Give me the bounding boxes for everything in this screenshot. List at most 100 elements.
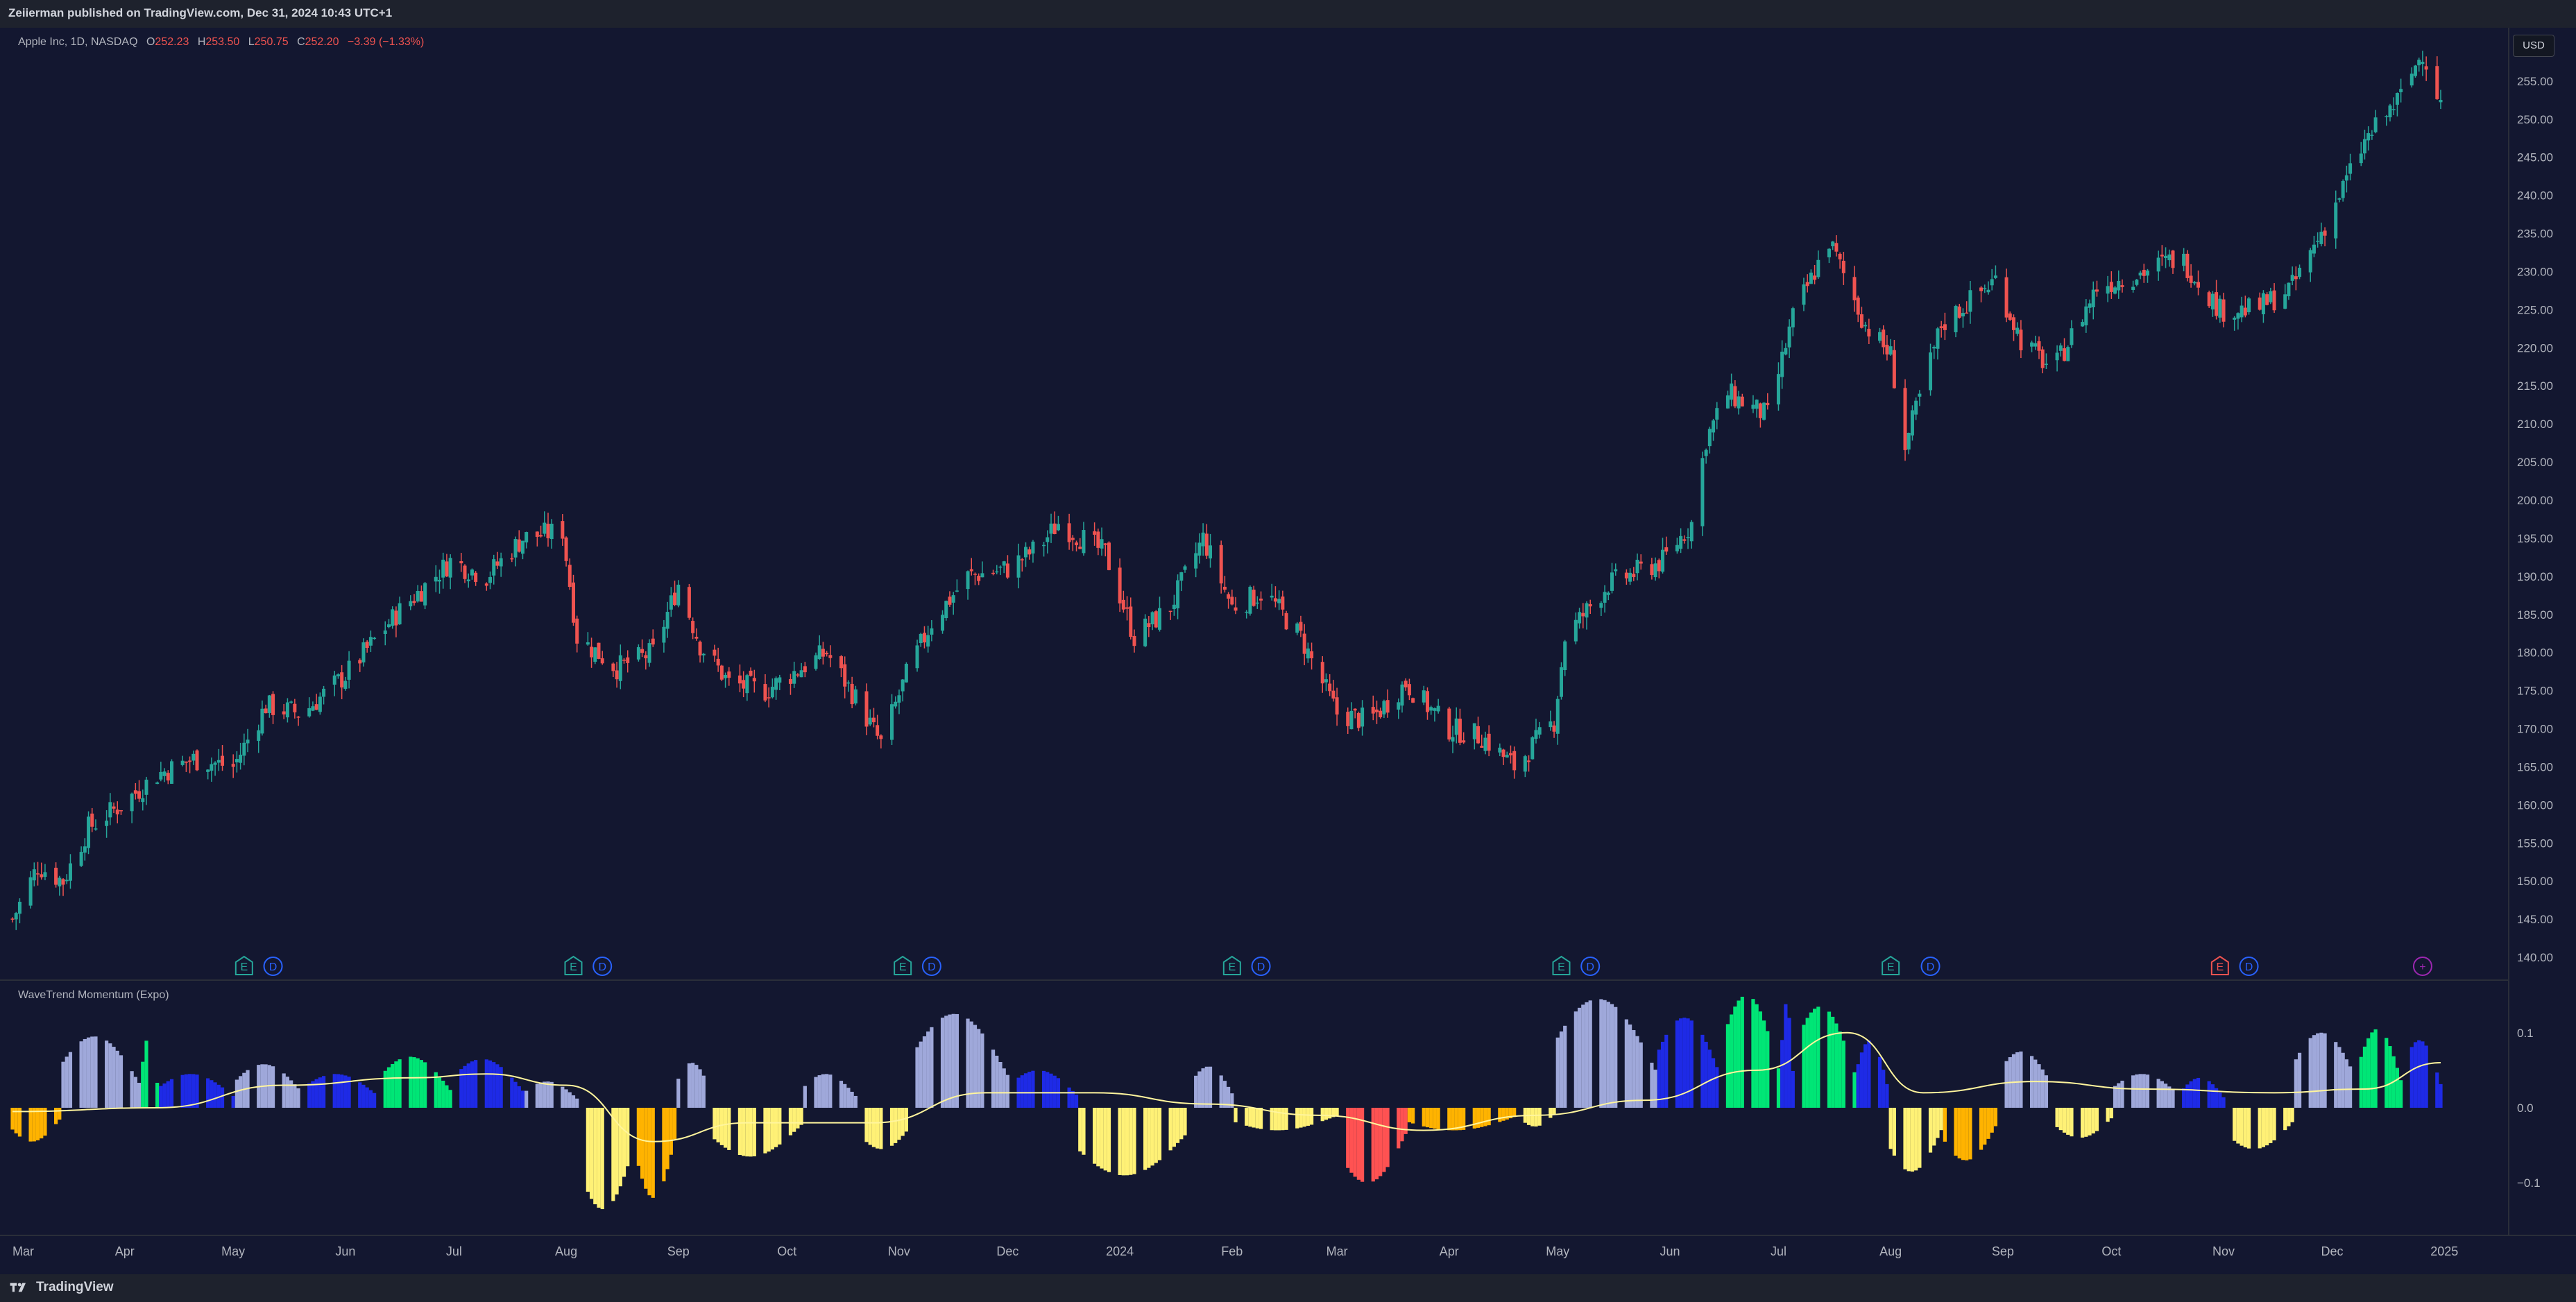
- candle: [2044, 353, 2048, 369]
- histogram-bar: [318, 1077, 322, 1108]
- dividend-marker[interactable]: D: [263, 957, 283, 976]
- candle: [2388, 103, 2392, 122]
- histogram-bar: [340, 1074, 344, 1108]
- histogram-bar: [1632, 1030, 1636, 1108]
- candle: [1176, 574, 1180, 619]
- candle: [1252, 585, 1256, 607]
- candle: [332, 671, 336, 696]
- svg-text:+: +: [2419, 961, 2425, 973]
- dividend-marker[interactable]: D: [921, 957, 941, 976]
- low-label: L: [248, 36, 255, 48]
- candle: [1910, 405, 1914, 441]
- earnings-marker[interactable]: E: [1552, 955, 1571, 975]
- add-event-icon[interactable]: +: [2412, 957, 2432, 976]
- histogram-bar: [2258, 1108, 2262, 1149]
- price-tick-label: 230.00: [2517, 265, 2553, 278]
- candle: [2033, 335, 2038, 350]
- candle: [2366, 126, 2371, 151]
- histogram-bar: [1194, 1075, 1198, 1108]
- dividend-marker[interactable]: D: [2239, 957, 2259, 976]
- date-tick-label: Dec: [996, 1244, 1018, 1258]
- candle: [1306, 642, 1310, 663]
- earnings-marker[interactable]: E: [564, 955, 583, 975]
- histogram-bar: [894, 1108, 898, 1143]
- histogram-bar: [2218, 1093, 2222, 1108]
- candle: [484, 582, 488, 591]
- histogram-bar: [1762, 1020, 1766, 1108]
- histogram-bar: [778, 1108, 782, 1145]
- candle: [1936, 327, 1940, 360]
- candle: [1447, 706, 1451, 742]
- candle: [2312, 235, 2316, 257]
- histogram-bar: [2015, 1052, 2020, 1108]
- candle: [803, 662, 807, 678]
- histogram-bar: [727, 1108, 731, 1150]
- histogram-bar: [1447, 1108, 1451, 1131]
- date-tick-label: Apr: [115, 1244, 135, 1258]
- candle: [1356, 711, 1360, 732]
- dividend-marker[interactable]: D: [592, 957, 613, 976]
- candle: [83, 838, 87, 861]
- oscillator-axis[interactable]: 0.1 0.0 −0.1: [2517, 1027, 2541, 1190]
- chart-canvas[interactable]: 260.00255.00250.00245.00240.00235.00230.…: [0, 0, 2576, 1274]
- candle: [1813, 264, 1817, 284]
- histogram-bar: [1628, 1024, 1632, 1108]
- svg-text:D: D: [2245, 961, 2253, 973]
- candle: [742, 671, 746, 698]
- candle: [1755, 399, 1759, 418]
- candle: [2210, 291, 2215, 317]
- candle: [470, 568, 474, 580]
- dividend-marker[interactable]: D: [1920, 957, 1940, 976]
- time-axis[interactable]: Mar Apr May Jun Jul Aug Sep Oct Nov Dec 2024 Feb Mar…: [12, 1244, 2458, 1258]
- histogram-bar: [1585, 1002, 1589, 1108]
- histogram-bar: [2424, 1045, 2428, 1108]
- tradingview-logo[interactable]: TradingView: [10, 1280, 114, 1295]
- candle: [119, 810, 123, 815]
- earnings-marker[interactable]: E: [894, 955, 912, 975]
- candle: [1462, 732, 1466, 744]
- histogram-bar: [1118, 1108, 1122, 1175]
- earnings-marker[interactable]: E: [1222, 955, 1241, 975]
- dividend-marker[interactable]: D: [1251, 957, 1271, 976]
- histogram-bar: [2337, 1047, 2342, 1108]
- candle: [1143, 614, 1148, 648]
- histogram-bar: [2221, 1097, 2226, 1108]
- histogram-bar: [2316, 1033, 2320, 1108]
- earnings-marker[interactable]: E: [2210, 955, 2229, 975]
- change-value: −3.39 (−1.33%): [348, 36, 425, 48]
- candle: [1255, 596, 1259, 609]
- close-value: 252.20: [305, 36, 339, 48]
- candle: [2334, 190, 2338, 249]
- histogram-bar: [1581, 1004, 1585, 1108]
- indicator-label[interactable]: WaveTrend Momentum (Expo): [18, 989, 169, 1002]
- histogram-bar: [2359, 1056, 2363, 1108]
- histogram-bar: [640, 1108, 645, 1179]
- histogram-bar: [1295, 1108, 1299, 1129]
- candle: [1154, 610, 1158, 628]
- candle: [43, 864, 47, 880]
- candle: [2341, 179, 2345, 202]
- candle: [474, 571, 478, 586]
- histogram-bar: [644, 1108, 648, 1189]
- histogram-bar: [2163, 1083, 2168, 1108]
- earnings-marker[interactable]: E: [234, 955, 253, 975]
- histogram-bar: [770, 1108, 774, 1150]
- candle: [1512, 746, 1517, 779]
- candle: [1914, 397, 1918, 420]
- histogram-bar: [524, 1090, 529, 1108]
- candle: [799, 662, 803, 678]
- earnings-marker[interactable]: E: [1882, 955, 1900, 975]
- histogram-bar: [1234, 1108, 1238, 1122]
- histogram-bar: [1049, 1073, 1053, 1108]
- histogram-bar: [1046, 1072, 1050, 1108]
- currency-button[interactable]: USD: [2513, 35, 2554, 57]
- histogram-bar: [2037, 1064, 2041, 1108]
- histogram-bar: [698, 1069, 702, 1108]
- dividend-marker[interactable]: D: [1580, 957, 1601, 976]
- histogram-bar: [1451, 1108, 1455, 1131]
- histogram-bar: [1813, 1009, 1817, 1108]
- histogram-bar: [868, 1108, 872, 1145]
- candle: [1859, 307, 1863, 329]
- price-axis[interactable]: 260.00255.00250.00245.00240.00235.00230.…: [2517, 37, 2553, 964]
- histogram-bar: [314, 1079, 318, 1108]
